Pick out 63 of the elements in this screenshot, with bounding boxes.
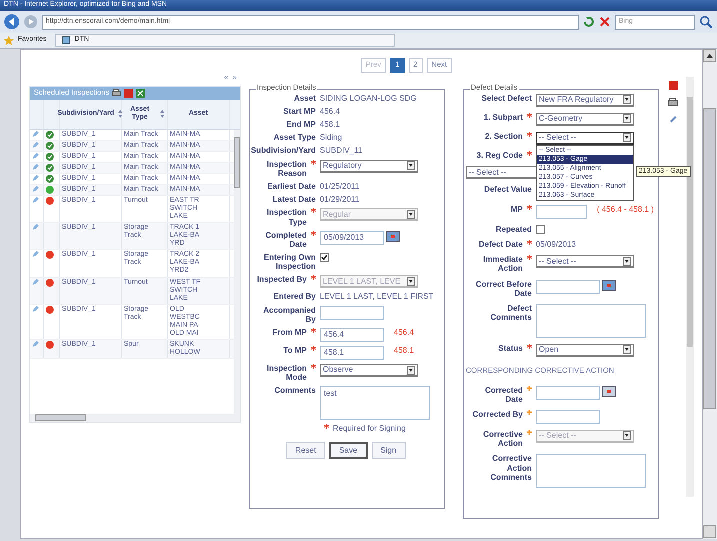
field-label: Accompanied By [262,306,316,324]
required-note: Required for Signing [333,424,406,434]
field-label: Subdivision/Yard [251,146,316,156]
field-label: 1. Subpart [484,112,523,122]
field-label: Status [498,344,523,354]
field-label: Entering Own Inspection [263,253,316,272]
field-label: Inspection Type [266,208,307,227]
comments-field[interactable]: test [320,386,430,420]
field-value: 05/09/2013 [536,240,576,250]
field-value: LEVEL 1 LAST, LEVEL 1 FIRST [320,292,434,302]
range-note: 458.1 [394,346,414,356]
form-button[interactable]: Save [329,442,368,459]
field-label: Asset [294,94,316,103]
field-label: Completed Date [264,230,307,250]
select-field[interactable]: New FRA Regulatory [536,94,634,107]
range-note: 456.4 [394,328,414,338]
collapse-toggle[interactable]: » [232,72,237,82]
field-label: 2. Section [485,132,523,141]
field-value: SUBDIV_11 [320,146,363,156]
field-value: SIDING LOGAN-LOG SDG [320,94,417,103]
date-field[interactable]: 05/09/2013 [320,230,384,245]
field-label: Inspection Mode [266,364,307,382]
text-field[interactable]: 456.4 [320,328,384,342]
field-label: Repeated [496,224,532,234]
select-field[interactable]: -- Select -- [536,132,634,145]
field-value: 456.4 [320,106,340,116]
field-label: Entered By [274,292,316,302]
field-label: Correct Before Date [474,280,532,298]
range-note: ( 456.4 - 458.1 ) [597,204,654,214]
field-value: 01/29/2011 [320,195,360,204]
select-field[interactable]: Observe [320,364,418,377]
field-value: Siding [320,133,342,142]
select-field[interactable]: C-Geometry [536,112,634,126]
form-button[interactable]: Sign [372,442,406,459]
field-label: Asset Type [274,133,316,142]
field-label: From MP [272,328,307,338]
field-label: End MP [286,120,316,130]
text-field[interactable]: 458.1 [320,346,384,360]
field-label: Inspected By [257,275,307,285]
field-label: Corrected Date [484,386,523,404]
field-label: Immediate Action [482,255,523,274]
field-value: 01/25/2011 [320,182,360,192]
field-label: Corrective Action [482,430,523,448]
form-button[interactable]: Reset [286,442,326,459]
field-label: 3. Reg Code [476,150,523,160]
field-label: Latest Date [272,195,316,204]
field-label: Corrected By [472,410,523,420]
field-label: Select Defect [482,94,532,103]
select-field[interactable]: Open [536,344,634,357]
field-label: Defect Date [478,240,523,250]
field-label: Comments [274,386,316,396]
collapse-toggle[interactable]: « [224,72,229,82]
field-label: Earliest Date [268,182,316,192]
field-label: Defect Comments [490,304,532,322]
field-value: 458.1 [320,120,340,130]
field-label: Corrective Action Comments [490,454,532,482]
field-label: To MP [284,346,307,356]
field-label: Start MP [284,106,316,116]
select-field[interactable]: -- Select -- [536,255,634,268]
field-label: Inspection Reason [266,160,307,178]
select-field[interactable]: Regulatory [320,160,418,173]
field-label: MP [511,204,523,214]
field-label: Defect Value [484,184,532,194]
